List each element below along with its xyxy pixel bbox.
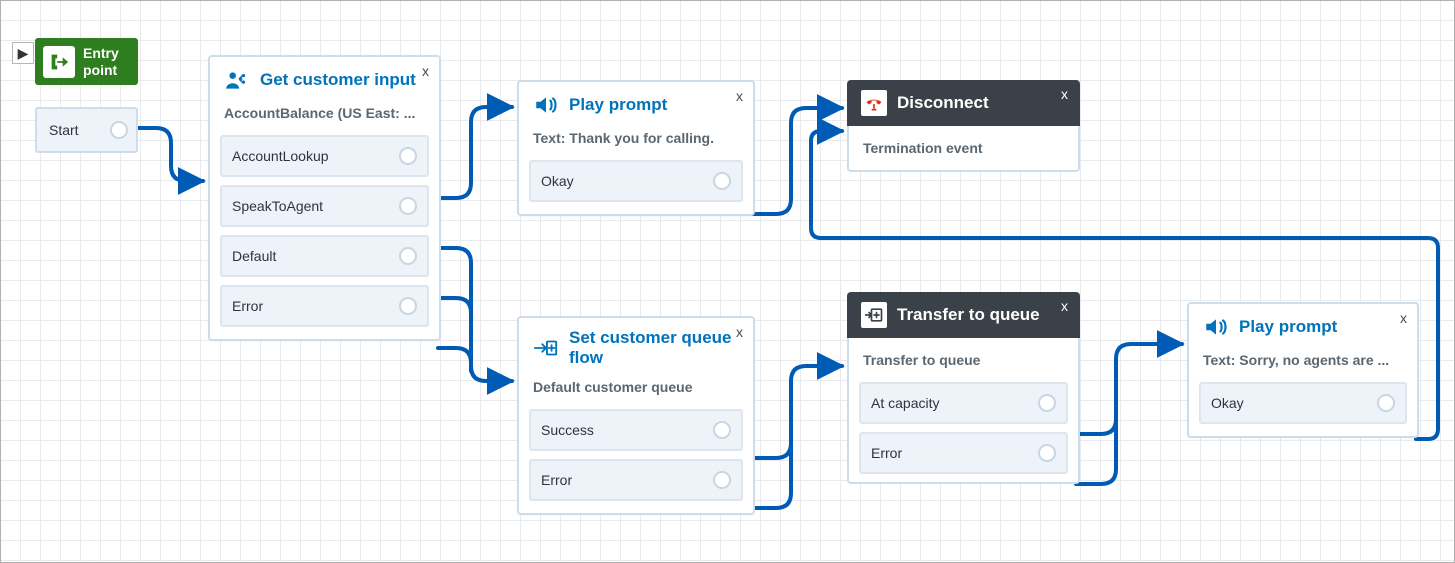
close-icon[interactable]: x xyxy=(1061,86,1068,102)
entry-title: Entry point xyxy=(83,45,119,77)
play-prompt-block-2[interactable]: x Play prompt Text: Sorry, no agents are… xyxy=(1187,302,1419,438)
set-customer-queue-block[interactable]: x Set customer queue flow Default custom… xyxy=(517,316,755,515)
port[interactable] xyxy=(399,197,417,215)
get-input-icon xyxy=(224,67,250,93)
port[interactable] xyxy=(1038,394,1056,412)
speaker-icon xyxy=(533,92,559,118)
branch-label: Okay xyxy=(1211,395,1244,411)
port[interactable] xyxy=(1038,444,1056,462)
queue-flow-icon xyxy=(533,335,559,361)
port[interactable] xyxy=(399,247,417,265)
hangup-icon xyxy=(861,90,887,116)
get-customer-input-block[interactable]: x Get customer input AccountBalance (US … xyxy=(208,55,441,341)
panel-expander[interactable]: ▶ xyxy=(12,42,34,64)
entry-point-header: Entry point xyxy=(35,38,138,85)
branch-label: Error xyxy=(232,298,263,314)
block-subtitle: Default customer queue xyxy=(519,375,753,409)
entry-start-label: Start xyxy=(49,122,79,138)
branch-label: Error xyxy=(541,472,572,488)
port[interactable] xyxy=(110,121,128,139)
branch-label: Okay xyxy=(541,173,574,189)
port[interactable] xyxy=(713,471,731,489)
branch-row[interactable]: Error xyxy=(859,432,1068,474)
port[interactable] xyxy=(399,147,417,165)
close-icon[interactable]: x xyxy=(736,88,743,104)
entry-arrow-icon xyxy=(43,46,75,78)
branch-row[interactable]: SpeakToAgent xyxy=(220,185,429,227)
close-icon[interactable]: x xyxy=(736,324,743,340)
port[interactable] xyxy=(713,172,731,190)
block-title: Play prompt xyxy=(1239,317,1403,337)
branch-label: Success xyxy=(541,422,594,438)
branch-label: SpeakToAgent xyxy=(232,198,323,214)
port[interactable] xyxy=(399,297,417,315)
close-icon[interactable]: x xyxy=(1400,310,1407,326)
transfer-icon xyxy=(861,302,887,328)
close-icon[interactable]: x xyxy=(1061,298,1068,314)
branch-label: Error xyxy=(871,445,902,461)
port[interactable] xyxy=(1377,394,1395,412)
block-subtitle: AccountBalance (US East: ... xyxy=(210,101,439,135)
branch-row[interactable]: Success xyxy=(529,409,743,451)
block-title: Get customer input xyxy=(260,70,425,90)
close-icon[interactable]: x xyxy=(422,63,429,79)
entry-point-body[interactable]: Start xyxy=(35,107,138,153)
block-subtitle: Termination event xyxy=(849,126,1078,170)
branch-row[interactable]: Error xyxy=(529,459,743,501)
block-title: Transfer to queue xyxy=(897,305,1040,325)
branch-label: At capacity xyxy=(871,395,939,411)
block-title: Play prompt xyxy=(569,95,739,115)
speaker-icon xyxy=(1203,314,1229,340)
play-prompt-block-1[interactable]: x Play prompt Text: Thank you for callin… xyxy=(517,80,755,216)
branch-label: AccountLookup xyxy=(232,148,329,164)
block-subtitle: Text: Thank you for calling. xyxy=(519,126,753,160)
branch-row[interactable]: AccountLookup xyxy=(220,135,429,177)
block-subtitle: Text: Sorry, no agents are ... xyxy=(1189,348,1417,382)
branch-row[interactable]: Error xyxy=(220,285,429,327)
block-title: Disconnect xyxy=(897,93,989,113)
block-subtitle: Transfer to queue xyxy=(849,338,1078,382)
port[interactable] xyxy=(713,421,731,439)
branch-row[interactable]: Okay xyxy=(529,160,743,202)
block-title: Set customer queue flow xyxy=(569,328,739,367)
disconnect-block[interactable]: Disconnect x Termination event xyxy=(847,80,1080,172)
branch-row[interactable]: Default xyxy=(220,235,429,277)
branch-label: Default xyxy=(232,248,276,264)
branch-row[interactable]: Okay xyxy=(1199,382,1407,424)
branch-row[interactable]: At capacity xyxy=(859,382,1068,424)
transfer-to-queue-block[interactable]: Transfer to queue x Transfer to queue At… xyxy=(847,292,1080,484)
